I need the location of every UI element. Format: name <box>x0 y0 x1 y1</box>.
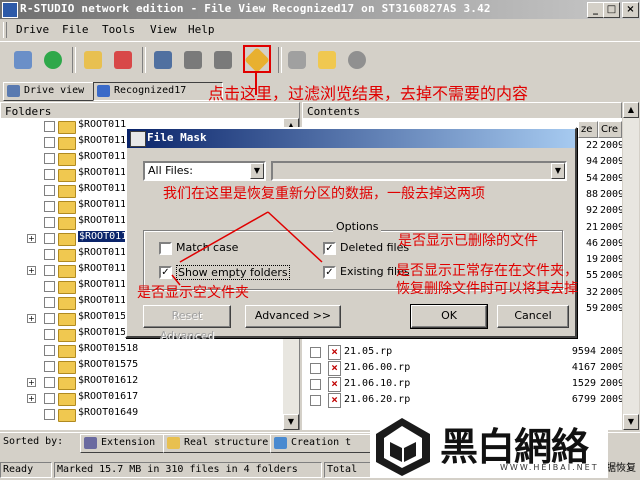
sort-tab-label: Creation t <box>291 437 352 448</box>
sort-creation-tab[interactable]: Creation t <box>270 434 372 453</box>
sort-label: Sorted by: <box>3 436 64 447</box>
logo-mark-icon <box>376 418 430 476</box>
status-total: Total <box>324 462 374 478</box>
status-tail: 据恢复 <box>606 463 636 474</box>
status-marked: Marked 15.7 MB in 310 files in 4 folders <box>54 462 322 478</box>
status-ready: Ready <box>0 462 52 478</box>
folder-icon <box>167 437 180 449</box>
sort-tab-label: Real structure <box>184 437 269 448</box>
logo-url: WWW.HEIBAI.NET <box>500 463 599 472</box>
sort-tab-label: Extension <box>101 437 156 448</box>
extension-icon <box>84 437 97 449</box>
annotation-arrows <box>171 211 323 286</box>
watermark-logo: 黑白網絡 WWW.HEIBAI.NET <box>370 412 608 478</box>
calendar-icon <box>274 437 287 449</box>
